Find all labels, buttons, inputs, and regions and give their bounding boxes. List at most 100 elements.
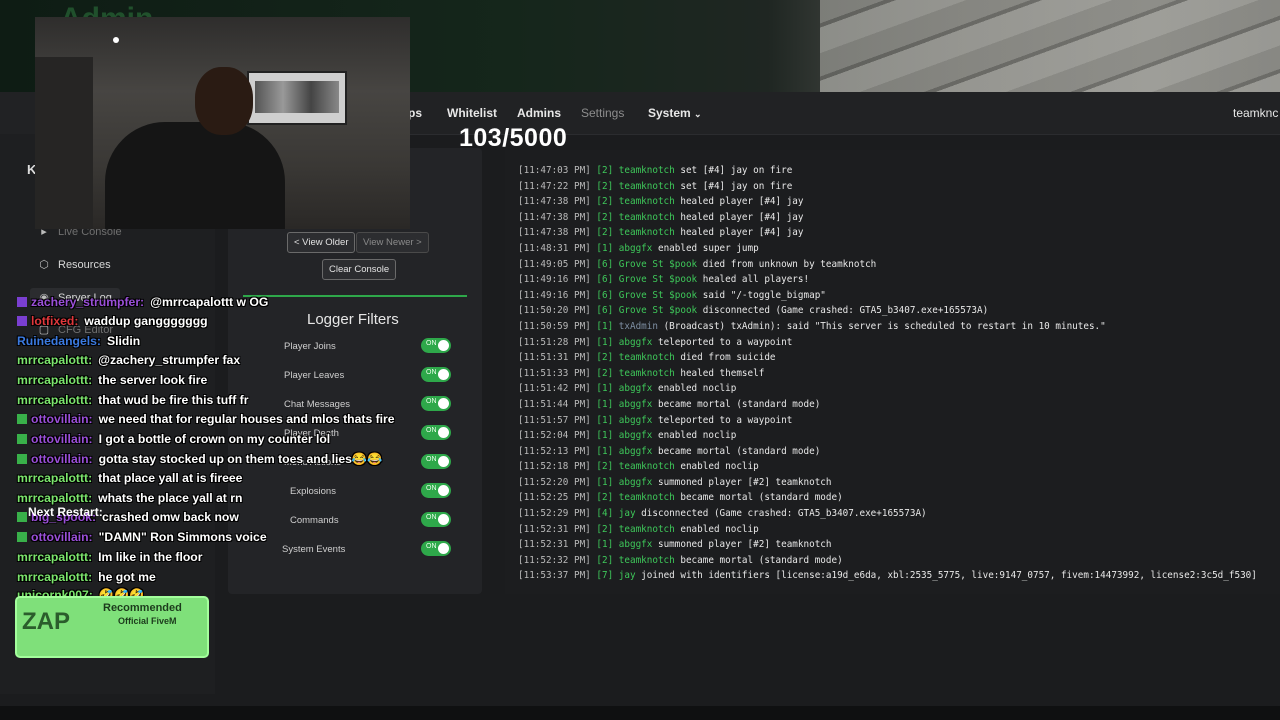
log-line: [11:52:04 PM] [1] abggfx enabled noclip bbox=[518, 428, 1278, 444]
log-player-name: teamknotch bbox=[618, 523, 675, 535]
chat-username: mrrcapalottt: bbox=[17, 570, 93, 584]
log-timestamp: [11:49:16 PM] bbox=[518, 274, 591, 286]
filter-label-chat-messages: Chat Messages bbox=[284, 399, 351, 410]
logger-filters-title: Logger Filters bbox=[307, 311, 399, 328]
toggle-player-death[interactable]: ON bbox=[421, 425, 451, 440]
chat-username: lotfixed: bbox=[31, 314, 79, 328]
log-message: became mortal (standard mode) bbox=[652, 398, 821, 410]
toggle-explosions[interactable]: ON bbox=[421, 483, 451, 498]
sidebar-item-resources[interactable]: ⬡ Resources bbox=[38, 258, 110, 272]
nav-item-system[interactable]: System ⌄ bbox=[648, 106, 702, 120]
chat-text: waddup ganggggggg bbox=[84, 314, 208, 328]
filter-label-system-events: System Events bbox=[282, 544, 346, 555]
log-player-id: [1] bbox=[596, 445, 614, 457]
log-player-name: jay bbox=[618, 570, 636, 582]
log-timestamp: [11:52:18 PM] bbox=[518, 461, 591, 473]
log-player-id: [2] bbox=[596, 227, 614, 239]
log-line: [11:53:37 PM] [7] jay joined with identi… bbox=[518, 568, 1278, 584]
log-line: [11:49:16 PM] [6] Grove St $pook healed … bbox=[518, 272, 1278, 288]
toggle-menu-actions[interactable]: ON bbox=[421, 454, 451, 469]
chat-message: zachery_strumpfer: @mrrcapalottt w OG bbox=[17, 295, 268, 309]
log-player-name: teamknotch bbox=[618, 211, 675, 223]
log-player-name: jay bbox=[618, 508, 636, 520]
log-timestamp: [11:51:57 PM] bbox=[518, 414, 591, 426]
log-line: [11:52:18 PM] [2] teamknotch enabled noc… bbox=[518, 459, 1278, 475]
chat-badge-icon bbox=[17, 512, 27, 522]
toggle-player-joins[interactable]: ON bbox=[421, 338, 451, 353]
chat-badge-icon bbox=[17, 316, 27, 326]
toggle-chat-messages[interactable]: ON bbox=[421, 396, 451, 411]
log-player-name: abggfx bbox=[618, 383, 653, 395]
log-player-id: [6] bbox=[596, 289, 614, 301]
log-timestamp: [11:52:31 PM] bbox=[518, 539, 591, 551]
log-timestamp: [11:52:29 PM] bbox=[518, 508, 591, 520]
log-player-name: abggfx bbox=[618, 242, 653, 254]
toggle-state-label: ON bbox=[426, 514, 437, 521]
nav-user[interactable]: teamknc bbox=[1233, 106, 1278, 120]
toggle-state-label: ON bbox=[426, 398, 437, 405]
cube-icon: ⬡ bbox=[39, 259, 49, 271]
chat-text: that place yall at is fireee bbox=[98, 471, 243, 485]
log-player-name: teamknotch bbox=[618, 352, 675, 364]
chat-text: @mrrcapalottt w OG bbox=[150, 295, 269, 309]
log-player-name: Grove St $pook bbox=[618, 289, 698, 301]
log-player-id: [1] bbox=[596, 320, 614, 332]
log-player-id: [1] bbox=[596, 383, 614, 395]
log-timestamp: [11:47:22 PM] bbox=[518, 180, 591, 192]
log-timestamp: [11:49:05 PM] bbox=[518, 258, 591, 270]
filter-label-explosions: Explosions bbox=[290, 486, 336, 497]
log-player-name: txAdmin bbox=[618, 320, 658, 332]
nav-item-partial[interactable]: ps bbox=[408, 106, 422, 120]
log-player-id: [2] bbox=[596, 180, 614, 192]
log-player-id: [2] bbox=[596, 554, 614, 566]
nav-item-whitelist[interactable]: Whitelist bbox=[447, 106, 497, 120]
chat-text: that wud be fire this tuff fr bbox=[98, 393, 249, 407]
chat-message: ottovillain: "DAMN" Ron Simmons voice bbox=[17, 530, 267, 544]
log-player-id: [6] bbox=[596, 274, 614, 286]
view-newer-button[interactable]: View Newer > bbox=[356, 232, 429, 253]
chat-username: mrrcapalottt: bbox=[17, 373, 93, 387]
log-player-name: abggfx bbox=[618, 430, 653, 442]
log-timestamp: [11:51:28 PM] bbox=[518, 336, 591, 348]
log-player-id: [2] bbox=[596, 165, 614, 176]
toggle-state-label: ON bbox=[426, 369, 437, 376]
log-line: [11:52:13 PM] [1] abggfx became mortal (… bbox=[518, 444, 1278, 460]
log-player-id: [1] bbox=[596, 539, 614, 551]
log-player-name: abggfx bbox=[618, 336, 653, 348]
chat-badge-icon bbox=[17, 434, 27, 444]
log-player-id: [1] bbox=[596, 414, 614, 426]
nav-item-admins[interactable]: Admins bbox=[517, 106, 561, 120]
log-player-name: teamknotch bbox=[618, 196, 675, 208]
log-player-id: [2] bbox=[596, 211, 614, 223]
toggle-player-leaves[interactable]: ON bbox=[421, 367, 451, 382]
log-message: teleported to a waypoint bbox=[652, 414, 793, 426]
chat-username: zachery_strumpfer: bbox=[31, 295, 145, 309]
chat-badge-icon bbox=[17, 454, 27, 464]
log-line: [11:49:05 PM] [6] Grove St $pook died fr… bbox=[518, 257, 1278, 273]
log-message: healed all players! bbox=[697, 274, 810, 286]
chat-text: "DAMN" Ron Simmons voice bbox=[98, 530, 267, 544]
toggle-commands[interactable]: ON bbox=[421, 512, 451, 527]
chat-username: Ruinedangels: bbox=[17, 334, 101, 348]
log-message: became mortal (standard mode) bbox=[674, 554, 843, 566]
log-message: became mortal (standard mode) bbox=[674, 492, 843, 504]
log-line: [11:47:38 PM] [2] teamknotch healed play… bbox=[518, 225, 1278, 241]
log-message: became mortal (standard mode) bbox=[652, 445, 821, 457]
log-line: [11:47:03 PM] [2] teamknotch set [#4] ja… bbox=[518, 163, 1278, 179]
chat-username: mrrcapalottt: bbox=[17, 550, 93, 564]
log-message: (Broadcast) txAdmin): said "This server … bbox=[657, 320, 1106, 332]
webcam-door bbox=[35, 57, 93, 229]
log-timestamp: [11:52:25 PM] bbox=[518, 492, 591, 504]
view-older-button[interactable]: < View Older bbox=[287, 232, 356, 253]
log-message: died from suicide bbox=[674, 352, 776, 364]
chat-message: ottovillain: we need that for regular hou… bbox=[17, 412, 395, 426]
log-timestamp: [11:52:31 PM] bbox=[518, 523, 591, 535]
chat-message: mrrcapalottt: @zachery_strumpfer fax bbox=[17, 353, 240, 367]
log-timestamp: [11:51:33 PM] bbox=[518, 367, 591, 379]
nav-item-settings[interactable]: Settings bbox=[581, 106, 624, 120]
log-player-name: abggfx bbox=[618, 476, 653, 488]
toggle-system-events[interactable]: ON bbox=[421, 541, 451, 556]
chat-message: mrrcapalottt: that place yall at is firee… bbox=[17, 471, 242, 485]
log-player-id: [2] bbox=[596, 492, 614, 504]
clear-console-button[interactable]: Clear Console bbox=[322, 259, 397, 280]
